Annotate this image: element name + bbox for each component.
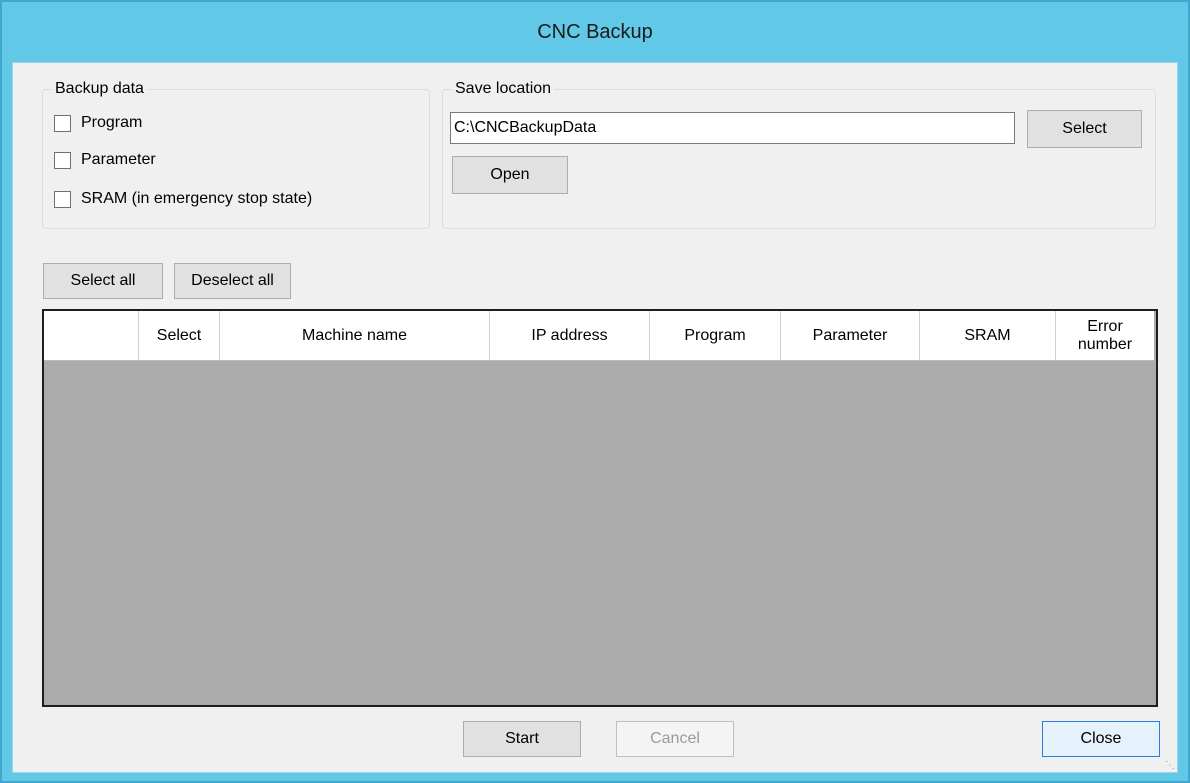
program-checkbox[interactable] — [54, 114, 71, 132]
backup-data-legend: Backup data — [52, 79, 147, 99]
dialog-client-area: Backup data Program Parameter SRAM (in e… — [12, 62, 1178, 773]
grid-header-error-number[interactable]: Error number — [1056, 311, 1154, 360]
close-button[interactable]: Close — [1042, 721, 1160, 757]
resize-grip-icon[interactable]: ⋱ — [1165, 760, 1175, 771]
grid-header-ip-address[interactable]: IP address — [490, 311, 650, 360]
grid-header-machine-name[interactable]: Machine name — [220, 311, 490, 360]
select-all-button[interactable]: Select all — [43, 263, 163, 299]
cancel-button: Cancel — [616, 721, 734, 757]
title-bar[interactable]: CNC Backup — [2, 2, 1188, 62]
grid-header-row-selector[interactable] — [44, 311, 139, 360]
parameter-checkbox-row[interactable]: Parameter — [54, 151, 156, 169]
grid-header: Select Machine name IP address Program P… — [44, 311, 1154, 361]
machine-grid[interactable]: Select Machine name IP address Program P… — [42, 309, 1158, 707]
grid-header-select[interactable]: Select — [139, 311, 220, 360]
window-title: CNC Backup — [537, 20, 653, 43]
backup-data-group: Backup data Program Parameter SRAM (in e… — [42, 79, 430, 229]
grid-header-sram[interactable]: SRAM — [920, 311, 1056, 360]
program-checkbox-row[interactable]: Program — [54, 114, 142, 132]
parameter-checkbox-label: Parameter — [81, 151, 156, 168]
save-path-input[interactable]: C:\CNCBackupData — [450, 112, 1015, 144]
deselect-all-button[interactable]: Deselect all — [174, 263, 291, 299]
sram-checkbox[interactable] — [54, 190, 71, 208]
select-folder-button[interactable]: Select — [1027, 110, 1142, 148]
sram-checkbox-label: SRAM (in emergency stop state) — [81, 190, 313, 207]
open-folder-button[interactable]: Open — [452, 156, 568, 194]
app-window: CNC Backup Backup data Program Parameter… — [0, 0, 1190, 783]
grid-header-program[interactable]: Program — [650, 311, 781, 360]
start-button[interactable]: Start — [463, 721, 581, 757]
program-checkbox-label: Program — [81, 114, 143, 131]
parameter-checkbox[interactable] — [54, 151, 71, 169]
sram-checkbox-row[interactable]: SRAM (in emergency stop state) — [54, 190, 312, 208]
save-location-legend: Save location — [452, 79, 555, 99]
grid-header-parameter[interactable]: Parameter — [781, 311, 920, 360]
